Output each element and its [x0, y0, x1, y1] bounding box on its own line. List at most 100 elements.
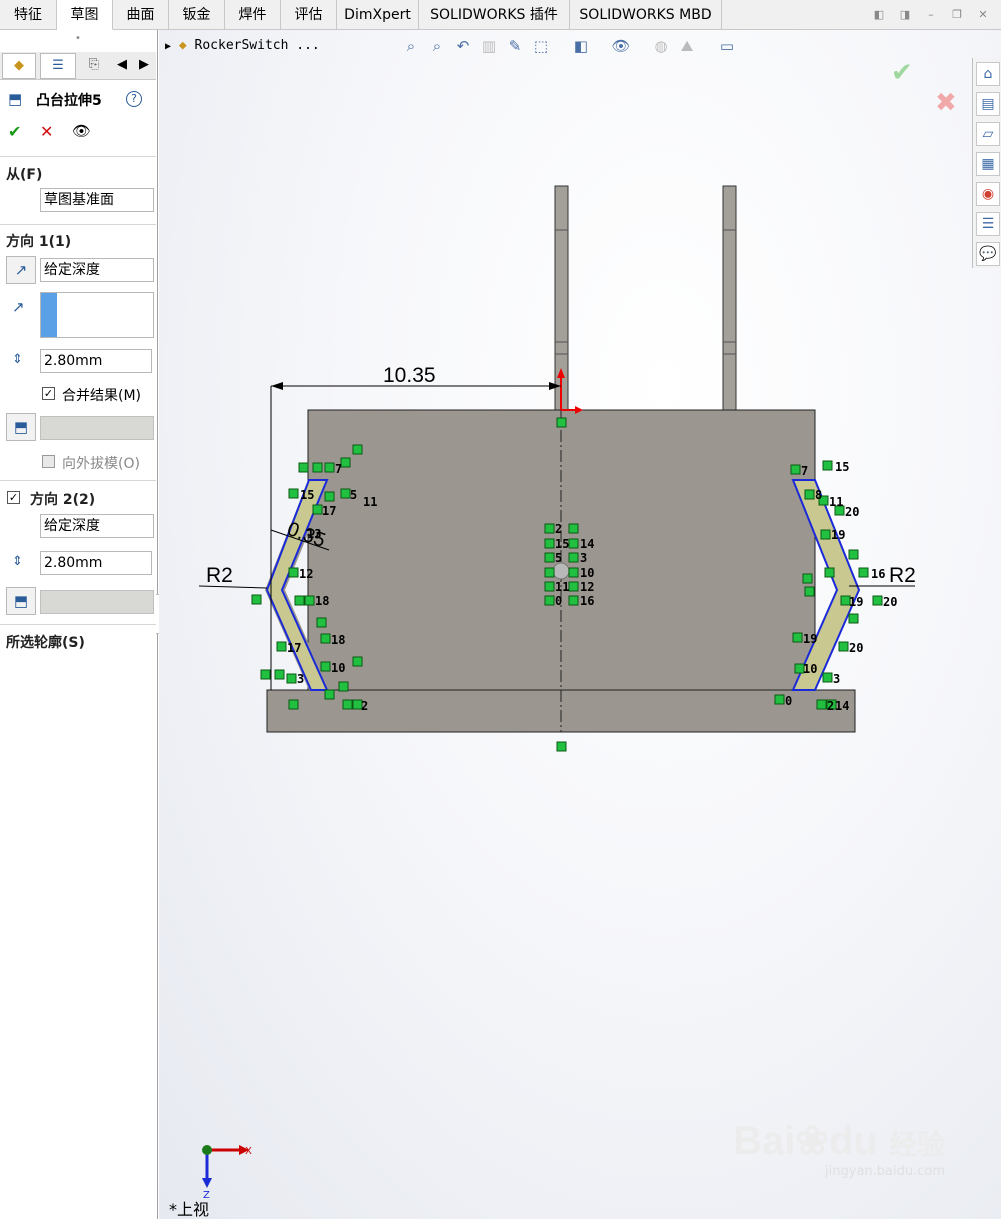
- origin-point: [552, 562, 570, 580]
- relation-number: 3: [833, 672, 840, 686]
- restore-icon[interactable]: ❐: [950, 8, 964, 22]
- depth-d1-icon: ⇕: [12, 352, 23, 367]
- scroll-right-icon[interactable]: ▶: [134, 53, 154, 79]
- splitter-handle[interactable]: •: [0, 30, 156, 48]
- dimension-r2-left[interactable]: R2: [206, 564, 233, 587]
- relation-marker: [544, 538, 555, 549]
- direction1-end-condition-select[interactable]: 给定深度: [40, 258, 154, 282]
- property-manager-tab-icon[interactable]: ☰: [40, 53, 76, 79]
- divider: [0, 624, 156, 625]
- direction1-depth-input[interactable]: 2.80mm: [40, 349, 152, 373]
- tab-sketch[interactable]: 草图: [57, 0, 113, 30]
- relation-number: 15: [555, 537, 569, 551]
- dimension-10-35[interactable]: 10.35: [383, 364, 436, 387]
- scroll-left-icon[interactable]: ◀: [112, 53, 132, 79]
- relation-number: 7: [801, 464, 808, 478]
- tab-weldments[interactable]: 焊件: [225, 0, 281, 30]
- relation-marker: [320, 661, 331, 672]
- relation-number: 11: [555, 580, 569, 594]
- appearances-icon[interactable]: ◉: [976, 182, 1000, 206]
- from-start-condition-select[interactable]: 草图基准面: [40, 188, 154, 212]
- home-icon[interactable]: ⌂: [976, 62, 1000, 86]
- relation-marker: [816, 699, 827, 710]
- triad-origin: [202, 1145, 212, 1155]
- relation-marker: [804, 489, 815, 500]
- tab-features[interactable]: 特征: [0, 0, 57, 30]
- relation-number: 5: [350, 488, 357, 502]
- direction2-end-condition-select[interactable]: 给定深度: [40, 514, 154, 538]
- direction2-depth-input[interactable]: 2.80mm: [40, 551, 152, 575]
- relation-number: 3: [297, 672, 304, 686]
- design-library-icon[interactable]: ▤: [976, 92, 1000, 116]
- dimension-r2-right[interactable]: R2: [889, 564, 916, 587]
- relation-number: 8: [815, 488, 822, 502]
- minimize-icon[interactable]: –: [924, 8, 938, 22]
- tab-evaluate[interactable]: 评估: [281, 0, 337, 30]
- sketch-canvas[interactable]: 10.35 R2 R2 0.35 2 15 5 11 0 14 3 10 12 …: [159, 30, 1001, 1219]
- relation-marker: [568, 595, 579, 606]
- cancel-button[interactable]: ✕: [40, 122, 53, 141]
- relation-marker: [848, 613, 859, 624]
- dimension-arrowhead: [271, 382, 283, 390]
- feature-manager-tab-icon[interactable]: ◆: [2, 53, 36, 79]
- tab-dimxpert[interactable]: DimXpert: [337, 0, 419, 30]
- relation-marker: [820, 529, 831, 540]
- tab-sheet-metal[interactable]: 钣金: [169, 0, 225, 30]
- relation-number: 11: [363, 495, 377, 509]
- draft-toggle-button-2[interactable]: ⬒: [6, 587, 36, 615]
- ok-button[interactable]: ✔: [8, 122, 21, 141]
- relation-marker: [872, 595, 883, 606]
- reverse-direction1-button[interactable]: ↗: [6, 256, 36, 284]
- relation-number: 19: [831, 528, 845, 542]
- file-explorer-icon[interactable]: ▱: [976, 122, 1000, 146]
- relation-marker: [338, 681, 349, 692]
- tab-solidworks-addins[interactable]: SOLIDWORKS 插件: [419, 0, 570, 30]
- relation-marker: [790, 464, 801, 475]
- relation-marker: [858, 567, 869, 578]
- relation-marker: [804, 586, 815, 597]
- relation-marker: [324, 689, 335, 700]
- relation-marker: [304, 595, 315, 606]
- config-manager-tab-icon[interactable]: ⎘: [80, 53, 108, 79]
- relation-number: 3: [580, 551, 587, 565]
- view-orientation-label: *上视: [169, 1200, 210, 1219]
- custom-properties-icon[interactable]: ☰: [976, 212, 1000, 236]
- relation-marker: [288, 699, 299, 710]
- collapse-right-icon[interactable]: ◨: [898, 8, 912, 22]
- relation-marker: [568, 567, 579, 578]
- graphics-area[interactable]: ▶ ◆ RockerSwitch ... ⌕ ⌕ ↶ ▥ ✎ ⬚ ◧ 👁 ◍ ⛰…: [159, 30, 1001, 1219]
- close-icon[interactable]: ✕: [976, 8, 990, 22]
- relation-marker: [568, 581, 579, 592]
- tab-solidworks-mbd[interactable]: SOLIDWORKS MBD: [570, 0, 722, 30]
- view-palette-icon[interactable]: ▦: [976, 152, 1000, 176]
- divider: [0, 480, 156, 481]
- relation-number: 20: [849, 641, 863, 655]
- relation-marker: [288, 567, 299, 578]
- relation-number: 19: [849, 595, 863, 609]
- selected-contours-section-title[interactable]: 所选轮廓(S): [6, 632, 85, 652]
- direction2-section-title: 方向 2(2): [30, 492, 96, 508]
- baidu-watermark: Bai❀du 经验 jingyan.baidu.com: [733, 1118, 945, 1179]
- relation-number: 0: [555, 594, 562, 608]
- relation-number: 17: [322, 504, 336, 518]
- relation-marker: [312, 462, 323, 473]
- direction2-checkbox[interactable]: ✓: [7, 491, 20, 504]
- tab-surfaces[interactable]: 曲面: [113, 0, 169, 30]
- watermark-cn: 经验: [888, 1129, 945, 1160]
- relation-marker: [352, 656, 363, 667]
- relation-marker: [838, 641, 849, 652]
- relation-marker: [544, 523, 555, 534]
- collapse-left-icon[interactable]: ◧: [872, 8, 886, 22]
- relation-marker: [340, 488, 351, 499]
- forum-icon[interactable]: 💬: [976, 242, 1000, 266]
- detailed-preview-button[interactable]: 👁: [72, 122, 91, 140]
- merge-result-label: 合并结果(M): [62, 388, 142, 404]
- relation-number: 10: [331, 661, 345, 675]
- relation-number: 14: [835, 699, 849, 713]
- direction1-vector-selection-box[interactable]: [40, 292, 154, 338]
- draft-angle-input: [40, 416, 154, 440]
- merge-result-checkbox[interactable]: ✓: [42, 387, 55, 400]
- draft-toggle-button[interactable]: ⬒: [6, 413, 36, 441]
- help-icon[interactable]: ?: [126, 91, 142, 107]
- draft-angle-input-2: [40, 590, 154, 614]
